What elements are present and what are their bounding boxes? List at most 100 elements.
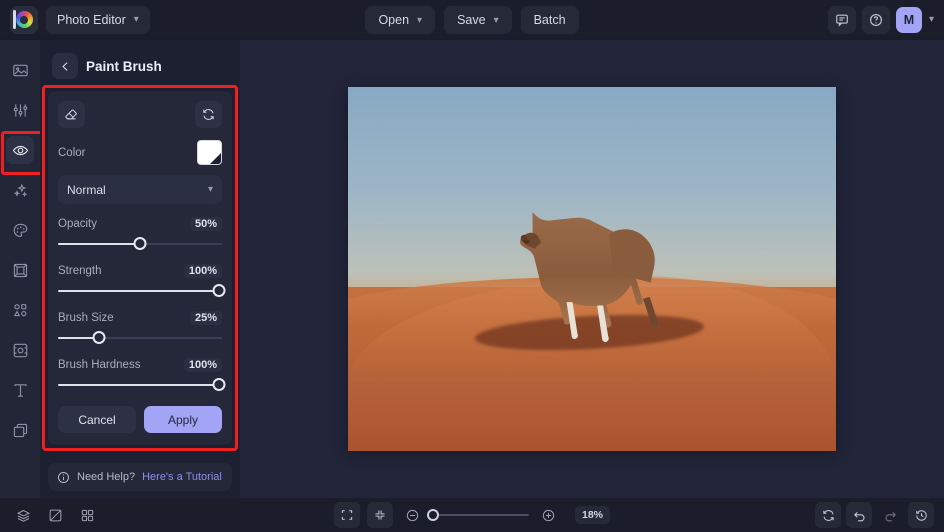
photo-canvas[interactable]: [348, 87, 836, 451]
zoom-slider-handle[interactable]: [426, 508, 439, 521]
cancel-button[interactable]: Cancel: [58, 406, 136, 433]
sidebar-item-adjust[interactable]: [6, 96, 34, 124]
info-circle-icon: [57, 471, 70, 483]
slider-handle[interactable]: [133, 237, 147, 250]
color-label: Color: [58, 146, 86, 159]
slider-fill: [58, 384, 222, 386]
sidebar-item-elements[interactable]: [6, 296, 34, 324]
color-swatch[interactable]: [197, 140, 222, 165]
account-chevron-down-icon[interactable]: ▾: [929, 14, 934, 25]
sparkles-icon: [13, 182, 27, 197]
zoom-out-button[interactable]: [400, 502, 426, 528]
help-button[interactable]: [861, 5, 890, 34]
eraser-button[interactable]: [58, 101, 85, 128]
layers-copy-icon: [13, 423, 27, 437]
arrow-left-icon: [61, 61, 68, 71]
strength-value: 100%: [183, 264, 222, 278]
strength-label: Strength: [58, 265, 102, 277]
text-icon: [13, 383, 27, 397]
opacity-label: Opacity: [58, 218, 97, 230]
panel-header: Paint Brush: [48, 46, 232, 86]
zoom-level-value: 18%: [574, 506, 610, 524]
comment-icon: [836, 14, 848, 27]
tutorial-banner[interactable]: Need Help? Here's a Tutorial: [48, 463, 232, 491]
strength-row: Strength 100%: [58, 264, 222, 278]
sidebar-item-ai-effects[interactable]: [6, 176, 34, 204]
app-switcher-label: Photo Editor: [57, 12, 126, 27]
redo-button[interactable]: [877, 502, 903, 528]
slider-fill: [58, 243, 140, 245]
fit-to-screen-icon: [341, 510, 353, 520]
eye-icon: [12, 145, 28, 155]
strength-slider[interactable]: [58, 284, 226, 298]
brush-hardness-label: Brush Hardness: [58, 359, 141, 371]
slider-fill: [58, 290, 222, 292]
app-logo-button[interactable]: [10, 5, 38, 34]
main-body: Paint Brush Color Normal ▾ Opacity 50% S…: [0, 40, 944, 498]
zoom-out-icon: [407, 509, 419, 521]
history-controls: [815, 502, 934, 528]
layers-button[interactable]: [10, 502, 36, 528]
fit-to-screen-button[interactable]: [333, 502, 360, 528]
save-button[interactable]: Save ▾: [444, 6, 512, 34]
layers-icon: [16, 509, 30, 522]
color-wheel-logo-icon: [12, 10, 33, 29]
brush-hardness-value: 100%: [183, 358, 222, 372]
redo-icon: [885, 511, 896, 521]
opacity-row: Opacity 50%: [58, 217, 222, 231]
tutorial-link[interactable]: Here's a Tutorial: [142, 471, 222, 483]
opacity-slider[interactable]: [58, 237, 222, 251]
canvas-area[interactable]: [240, 40, 944, 498]
brush-size-slider[interactable]: [58, 331, 222, 345]
brush-hardness-row: Brush Hardness 100%: [58, 358, 222, 372]
tool-rail: [0, 40, 45, 498]
sidebar-item-frame[interactable]: [6, 256, 34, 284]
compare-button[interactable]: [42, 502, 68, 528]
sidebar-item-color[interactable]: [6, 216, 34, 244]
reset-refresh-icon: [203, 109, 214, 120]
top-toolbar: Photo Editor ▾ Open ▾ Save ▾ Batch M ▾: [0, 0, 944, 40]
shapes-icon: [13, 303, 26, 316]
feedback-button[interactable]: [827, 5, 856, 34]
zoom-in-button[interactable]: [536, 502, 562, 528]
reset-view-button[interactable]: [815, 502, 841, 528]
slider-handle[interactable]: [92, 331, 106, 344]
reset-button[interactable]: [195, 101, 222, 128]
brush-hardness-slider[interactable]: [58, 378, 226, 392]
zoom-slider[interactable]: [426, 508, 529, 521]
blend-mode-select[interactable]: Normal ▾: [58, 175, 222, 204]
apply-button[interactable]: Apply: [144, 406, 222, 433]
sidebar-item-crop[interactable]: [6, 336, 34, 364]
card-top-actions: [58, 101, 222, 128]
slider-handle[interactable]: [212, 378, 226, 391]
save-label: Save: [457, 13, 486, 27]
help-text: Need Help?: [77, 471, 136, 483]
palette-icon: [13, 223, 27, 237]
camel-figure: [519, 212, 658, 343]
slider-handle[interactable]: [212, 284, 226, 297]
shrink-to-fit-button[interactable]: [366, 502, 393, 528]
sidebar-item-layers[interactable]: [6, 416, 34, 444]
eraser-icon: [65, 109, 77, 120]
crop-focus-icon: [13, 343, 27, 357]
sliders-icon: [13, 103, 27, 117]
grid-button[interactable]: [74, 502, 100, 528]
back-button[interactable]: [52, 53, 78, 79]
chevron-down-icon: ▾: [207, 184, 213, 195]
compare-split-icon: [49, 509, 61, 521]
frame-icon: [13, 263, 27, 277]
open-button[interactable]: Open ▾: [365, 6, 436, 34]
opacity-value: 50%: [189, 217, 222, 231]
undo-button[interactable]: [846, 502, 872, 528]
sidebar-item-image[interactable]: [6, 56, 34, 84]
avatar[interactable]: M: [895, 6, 922, 33]
batch-button[interactable]: Batch: [520, 6, 579, 34]
app-switcher-dropdown[interactable]: Photo Editor ▾: [46, 5, 150, 34]
history-button[interactable]: [908, 502, 934, 528]
bottom-toolbar: 18%: [0, 498, 944, 532]
sidebar-item-retouch[interactable]: [1, 131, 45, 175]
image-icon: [12, 64, 28, 76]
top-toolbar-right-group: M ▾: [827, 5, 934, 34]
sidebar-item-text[interactable]: [6, 376, 34, 404]
chevron-down-icon: ▾: [493, 14, 499, 26]
